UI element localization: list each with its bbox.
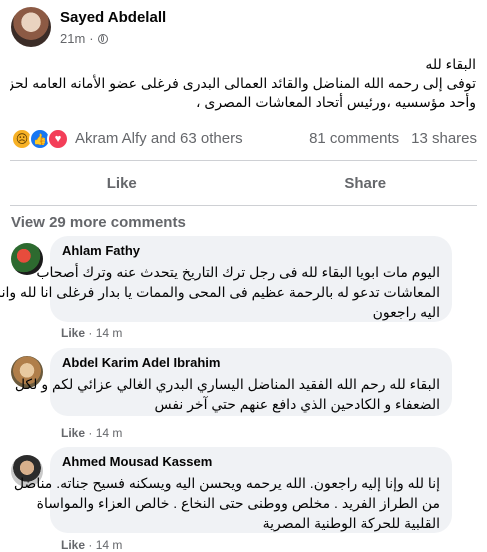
comment-line: اليه راجعون <box>62 302 440 322</box>
comment-like-button[interactable]: Like <box>61 326 85 340</box>
comment-line: من الطراز الفريد . مخلص ووطنى حتى النخاع… <box>62 493 440 513</box>
post-text: البقاء لله توفى إلى رحمه الله المناضل وا… <box>0 55 487 112</box>
comments-count[interactable]: 81 comments <box>309 130 399 147</box>
comment-like-button[interactable]: Like <box>61 426 85 440</box>
share-button[interactable]: Share <box>244 161 487 205</box>
comment-line: البقاء لله رحم الله الفقيد المناضل اليسا… <box>62 374 440 394</box>
view-more-comments-link[interactable]: View 29 more comments <box>0 202 487 232</box>
reaction-names[interactable]: Akram Alfy and 63 others <box>75 130 243 147</box>
post-time[interactable]: 21m <box>60 31 85 46</box>
reaction-icons[interactable]: ☹ 👍 ♥ <box>11 128 65 150</box>
comment-line: اليوم مات ابويا البقاء لله فى رجل ترك ال… <box>62 262 440 282</box>
comment-meta: Like · 14 m <box>61 538 122 552</box>
comment-text: البقاء لله رحم الله الفقيد المناضل اليسا… <box>62 374 440 414</box>
comment-bubble: Ahmed Mousad Kassem إنا لله وإنا إليه را… <box>50 447 452 533</box>
comment-time[interactable]: 14 m <box>96 538 123 552</box>
comment-text: إنا لله وإنا إليه راجعون. الله يرحمه ويح… <box>62 473 440 533</box>
globe-icon <box>98 34 108 44</box>
comment-like-button[interactable]: Like <box>61 538 85 552</box>
post-line: وأحد مؤسسيه ،ورئيس أتحاد المعاشات المصرى… <box>10 93 476 112</box>
post-line: توفى إلى رحمه الله المناضل والقائد العما… <box>10 74 476 93</box>
comment-meta: Like · 14 m <box>61 426 122 440</box>
reactions-bar: ☹ 👍 ♥ Akram Alfy and 63 others 81 commen… <box>0 120 487 160</box>
comment-time[interactable]: 14 m <box>96 426 123 440</box>
comment-bubble: Ahlam Fathy اليوم مات ابويا البقاء لله ف… <box>50 236 452 322</box>
comment-line: الضعفاء و الكادحين الذي دافع عنهم حتي آخ… <box>62 394 440 414</box>
meta-dot: · <box>89 31 93 46</box>
like-button[interactable]: Like <box>0 161 244 205</box>
action-bar: Like Share <box>0 161 487 205</box>
post-counts: 81 comments 13 shares <box>309 130 477 147</box>
post-header: Sayed Abdelall 21m · <box>0 0 487 58</box>
comment-line: المعاشات تدعو له بالرحمة عظيم فى المحى و… <box>62 282 440 302</box>
shares-count[interactable]: 13 shares <box>411 130 477 147</box>
commenter-name[interactable]: Ahmed Mousad Kassem <box>62 454 440 469</box>
comment-bubble: Abdel Karim Adel Ibrahim البقاء لله رحم … <box>50 348 452 416</box>
comment-line: إنا لله وإنا إليه راجعون. الله يرحمه ويح… <box>62 473 440 493</box>
comment-meta: Like · 14 m <box>61 326 122 340</box>
author-avatar[interactable] <box>11 7 51 47</box>
love-icon: ♥ <box>47 128 69 150</box>
comment-time[interactable]: 14 m <box>96 326 123 340</box>
comment-line: القلبية للحركة الوطنية المصرية <box>62 513 440 533</box>
post-meta: 21m · <box>60 31 108 46</box>
comment-text: اليوم مات ابويا البقاء لله فى رجل ترك ال… <box>62 262 440 322</box>
author-name[interactable]: Sayed Abdelall <box>60 9 166 26</box>
commenter-name[interactable]: Abdel Karim Adel Ibrahim <box>62 355 440 370</box>
commenter-name[interactable]: Ahlam Fathy <box>62 243 440 258</box>
